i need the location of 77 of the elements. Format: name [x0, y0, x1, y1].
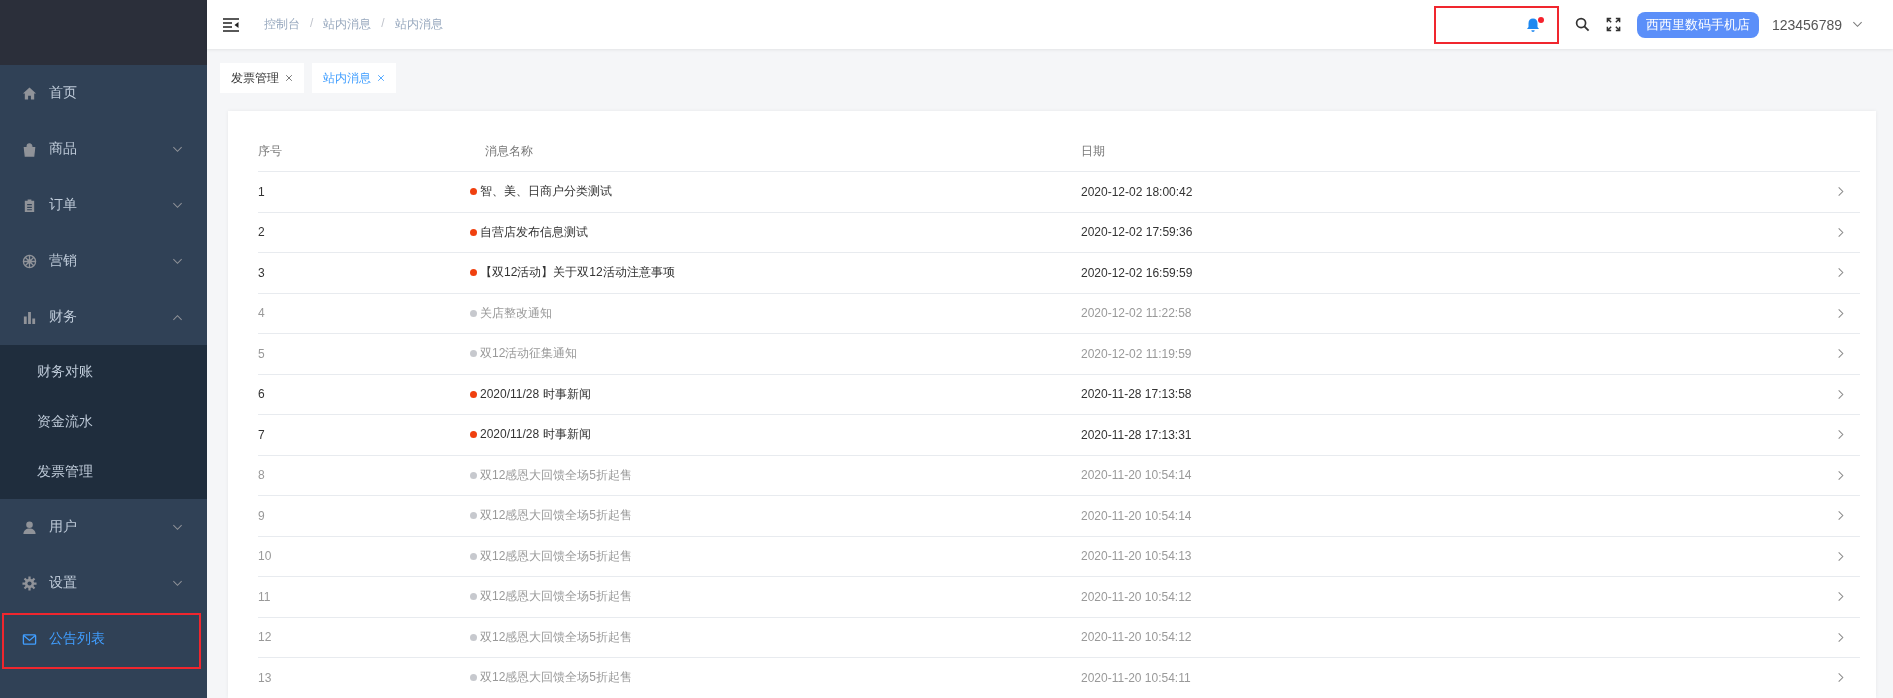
table-cell: 双12感恩大回馈全场5折起售 — [480, 547, 633, 565]
table-cell: 2020/11/28 时事新闻 — [480, 385, 591, 403]
table-cell-text: 11 — [258, 589, 272, 604]
message-row[interactable]: 7 2020/11/28 时事新闻 2020-11-28 17:13:31 — [258, 415, 1860, 456]
menu-icon[interactable] — [223, 17, 239, 32]
settings-icon — [22, 575, 37, 591]
table-cell-text: 10 — [258, 549, 273, 564]
table-cell-text: 2020-12-02 11:19:59 — [1081, 346, 1193, 361]
table-cell: 2020/11/28 时事新闻 — [480, 426, 591, 444]
tab[interactable]: 发票管理 — [220, 63, 304, 93]
table-cell-text: 2020-11-20 10:54:12 — [1081, 589, 1193, 604]
table-cell-text: 4 — [258, 306, 266, 321]
sidebar-item[interactable]: 公告列表 — [0, 611, 207, 667]
breadcrumb-separator: / — [381, 16, 385, 32]
table-cell-text: 2020-12-02 17:59:36 — [1081, 225, 1194, 240]
table-cell: 双12感恩大回馈全场5折起售 — [480, 628, 633, 646]
table-cell-text: 2020-12-02 11:22:58 — [1081, 306, 1193, 321]
table-cell-text: 2020-11-20 10:54:14 — [1081, 468, 1193, 483]
column-header: 序号 — [258, 142, 283, 160]
chevron-down-icon[interactable] — [1852, 19, 1863, 30]
breadcrumb-separator: / — [310, 16, 314, 32]
table-cell-text: 2020-11-20 10:54:13 — [1081, 549, 1193, 564]
sidebar-item[interactable]: 商品 — [0, 121, 207, 177]
sidebar-item[interactable]: 营销 — [0, 233, 207, 289]
sidebar-subitem[interactable]: 发票管理 — [0, 447, 207, 497]
sidebar-item[interactable]: 用户 — [0, 499, 207, 555]
mail-icon — [22, 631, 37, 647]
sidebar-item[interactable]: 订单 — [0, 177, 207, 233]
sidebar-subitem[interactable]: 资金流水 — [0, 397, 207, 447]
table-cell: 双12感恩大回馈全场5折起售 — [480, 507, 633, 525]
table-cell-text: 2020-12-02 16:59:59 — [1081, 265, 1194, 280]
clipboard-icon — [22, 197, 37, 213]
table-cell-text: 2020-11-20 10:54:14 — [1081, 508, 1193, 523]
table-cell-text: 2020-11-28 17:13:58 — [1081, 387, 1193, 402]
shopping-bag-icon — [22, 141, 37, 157]
table-cell: 双12感恩大回馈全场5折起售 — [480, 466, 633, 484]
username[interactable]: 123456789 — [1771, 16, 1842, 33]
table-cell: 双12活动征集通知 — [480, 345, 578, 363]
column-header: 日期 — [1081, 142, 1106, 160]
table-cell-text: 9 — [258, 508, 266, 523]
sidebar-item[interactable]: 首页 — [0, 65, 207, 121]
fullscreen-icon[interactable] — [1605, 17, 1621, 32]
table-cell-text: 2020-11-28 17:13:31 — [1081, 427, 1193, 442]
sidebar-item[interactable]: 财务 — [0, 289, 207, 345]
table-cell-text: 8 — [258, 468, 266, 483]
message-row[interactable]: 3 【双12活动】关于双12活动注意事项 2020-12-02 16:59:59 — [258, 253, 1860, 294]
table-cell-text: 6 — [258, 387, 266, 402]
table-cell: 关店整改通知 — [480, 304, 552, 322]
table-cell-text: 2020-11-20 10:54:11 — [1081, 670, 1192, 685]
table-cell: 双12感恩大回馈全场5折起售 — [480, 588, 633, 606]
home-icon — [22, 85, 37, 101]
table-cell-text: 13 — [258, 670, 273, 685]
message-row[interactable]: 1 智、美、日商户分类测试 2020-12-02 18:00:42 — [258, 172, 1860, 213]
message-row[interactable]: 2 自营店发布信息测试 2020-12-02 17:59:36 — [258, 212, 1860, 253]
table-cell-text: 2020-12-02 18:00:42 — [1081, 184, 1194, 199]
sidebar-subitem[interactable]: 财务对账 — [0, 347, 207, 397]
table-cell: 智、美、日商户分类测试 — [480, 183, 612, 201]
table-cell-text: 12 — [258, 630, 273, 645]
table-cell-text: 2 — [258, 225, 266, 240]
table-cell-text: 5 — [258, 346, 266, 361]
close-icon[interactable] — [285, 74, 293, 82]
close-icon[interactable] — [377, 74, 385, 82]
table-cell-text: 1 — [258, 184, 266, 199]
wheel-icon — [22, 253, 37, 269]
table-cell-text: 2020-11-20 10:54:12 — [1081, 630, 1193, 645]
bar-chart-icon — [22, 309, 37, 325]
table-cell-text: 3 — [258, 265, 266, 280]
table-cell: 双12感恩大回馈全场5折起售 — [480, 669, 633, 687]
sidebar-item[interactable]: 设置 — [0, 555, 207, 611]
column-header: 消息名称 — [484, 142, 534, 160]
table-cell-text: 7 — [258, 427, 266, 442]
bell-icon[interactable] — [1524, 16, 1541, 33]
search-icon[interactable] — [1574, 17, 1590, 32]
table-cell: 自营店发布信息测试 — [480, 223, 588, 241]
message-row[interactable]: 6 2020/11/28 时事新闻 2020-11-28 17:13:58 — [258, 374, 1860, 415]
table-cell: 【双12活动】关于双12活动注意事项 — [480, 264, 675, 282]
user-icon — [22, 519, 37, 535]
